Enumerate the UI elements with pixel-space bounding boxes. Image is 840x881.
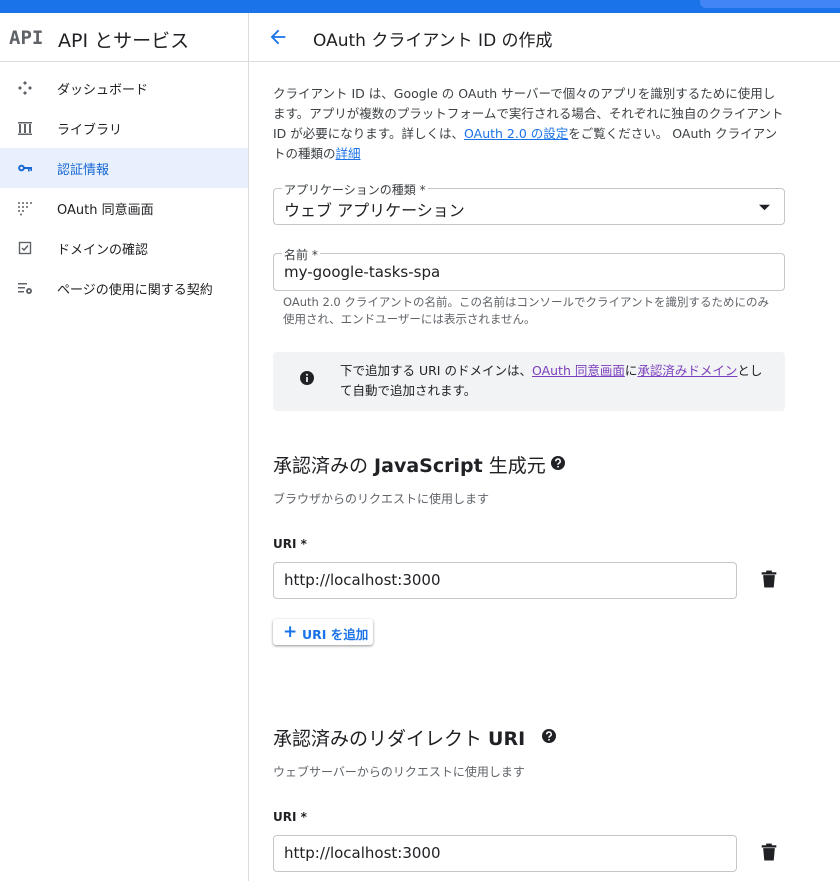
authorized-domains-link[interactable]: 承認済みドメイン <box>637 363 737 378</box>
title-part: 承認済みの <box>273 455 375 477</box>
help-icon[interactable] <box>551 456 565 470</box>
key-icon <box>18 164 32 172</box>
client-name-value: my-google-tasks-spa <box>284 263 441 281</box>
back-arrow-icon[interactable] <box>267 26 289 48</box>
checkbox-icon <box>18 241 32 255</box>
js-origin-uri-label: URI * <box>273 537 307 551</box>
application-type-select[interactable]: アプリケーションの種類 * ウェブ アプリケーション <box>273 181 785 225</box>
delete-trash-icon[interactable] <box>761 843 777 861</box>
settings-list-icon <box>18 283 32 294</box>
sidebar: API API とサービス ダッシュボード ライブラリ 認証情報 OAuth 同… <box>0 13 249 881</box>
oauth-settings-link[interactable]: OAuth 2.0 の設定 <box>464 126 568 141</box>
sidebar-nav: ダッシュボード ライブラリ 認証情報 OAuth 同意画面 ドメインの確認 ペー… <box>0 62 248 308</box>
js-origins-title: 承認済みの JavaScript 生成元 <box>273 451 546 478</box>
info-text: 下で追加する URI のドメインは、OAuth 同意画面に承認済みドメインとして… <box>340 361 765 401</box>
redirect-uris-title: 承認済みのリダイレクト URI <box>273 724 525 751</box>
application-type-value: ウェブ アプリケーション <box>284 201 465 220</box>
sidebar-item-label: 認証情報 <box>57 163 110 178</box>
top-app-bar <box>0 0 840 13</box>
js-origins-subtitle: ブラウザからのリクエストに使用します <box>273 492 490 506</box>
sidebar-item-label: ライブラリ <box>57 123 123 138</box>
add-uri-button[interactable]: + URI を追加 <box>273 619 373 645</box>
delete-trash-icon[interactable] <box>761 570 777 588</box>
oauth-consent-screen-link[interactable]: OAuth 同意画面 <box>532 363 625 378</box>
redirect-uri-input[interactable]: http://localhost:3000 <box>273 835 737 872</box>
library-icon <box>18 122 32 135</box>
application-type-label: アプリケーションの種類 * <box>282 181 428 198</box>
sidebar-item-label: OAuth 同意画面 <box>57 203 154 218</box>
intro-text: クライアント ID は、Google の OAuth サーバーで個々のアプリを識… <box>273 84 785 164</box>
client-name-hint: OAuth 2.0 クライアントの名前。この名前はコンソールでクライアントを識別… <box>283 295 769 326</box>
sidebar-item-label: ダッシュボード <box>57 83 149 98</box>
dashboard-icon <box>18 81 32 95</box>
js-origin-uri-value: http://localhost:3000 <box>284 571 441 589</box>
help-icon[interactable] <box>542 729 556 743</box>
info-box: 下で追加する URI のドメインは、OAuth 同意画面に承認済みドメインとして… <box>273 352 785 411</box>
dropdown-arrow-icon <box>759 204 770 211</box>
js-origin-uri-input[interactable]: http://localhost:3000 <box>273 562 737 599</box>
intro-section: クライアント ID は、Google の OAuth サーバーで個々のアプリを識… <box>273 84 785 164</box>
sidebar-item-library[interactable]: ライブラリ <box>0 108 248 148</box>
title-part: JavaScript <box>374 455 483 477</box>
plus-icon: + <box>283 622 298 642</box>
info-text-part: に <box>624 363 638 378</box>
redirect-uri-label: URI * <box>273 810 307 824</box>
redirect-uris-subtitle: ウェブサーバーからのリクエストに使用します <box>273 765 525 779</box>
title-part: URI <box>488 728 526 750</box>
search-bar[interactable] <box>700 0 840 8</box>
sidebar-title[interactable]: API とサービス <box>58 26 189 53</box>
add-uri-label: URI を追加 <box>302 627 369 642</box>
info-text-part: 下で追加する URI のドメインは、 <box>340 363 532 378</box>
sidebar-item-oauth-consent[interactable]: OAuth 同意画面 <box>0 188 248 228</box>
info-icon <box>300 371 314 385</box>
sidebar-item-credentials[interactable]: 認証情報 <box>0 148 248 188</box>
client-types-details-link[interactable]: 詳細 <box>336 146 361 161</box>
sidebar-item-label: ドメインの確認 <box>57 243 149 258</box>
client-name-label: 名前 * <box>282 246 320 263</box>
sidebar-item-page-usage-agreements[interactable]: ページの使用に関する契約 <box>0 268 248 308</box>
consent-screen-icon <box>18 202 32 216</box>
title-part: 承認済みのリダイレクト <box>273 728 489 750</box>
page-title: OAuth クライアント ID の作成 <box>313 31 553 51</box>
sidebar-item-label: ページの使用に関する契約 <box>57 283 213 298</box>
title-part: 生成元 <box>482 455 546 477</box>
page-header: OAuth クライアント ID の作成 <box>249 13 840 62</box>
sidebar-item-dashboard[interactable]: ダッシュボード <box>0 68 248 108</box>
api-logo: API <box>9 27 44 49</box>
sidebar-item-domain-verification[interactable]: ドメインの確認 <box>0 228 248 268</box>
client-name-field[interactable]: 名前 * my-google-tasks-spa <box>273 246 785 291</box>
redirect-uri-value: http://localhost:3000 <box>284 844 441 862</box>
sidebar-header: API API とサービス <box>0 13 248 62</box>
